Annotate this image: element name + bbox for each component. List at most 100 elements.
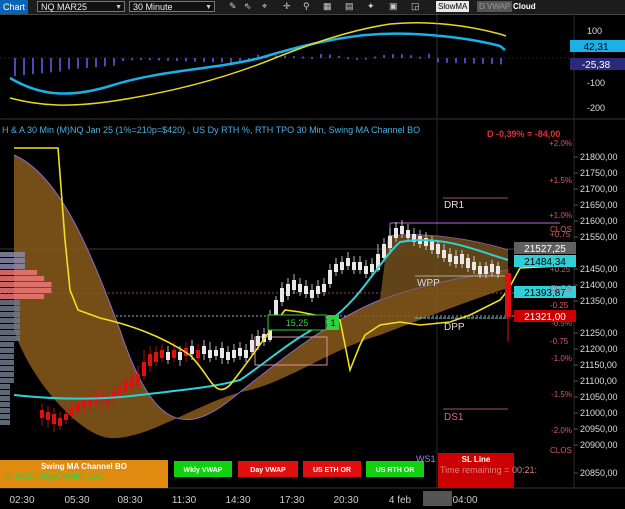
oscillator-bar (428, 53, 430, 58)
oscillator-panel: 42,31 -25,38 100 -100 -200 (0, 14, 625, 119)
oscillator-bar (68, 58, 70, 70)
price-tick: 21150,00 (580, 360, 617, 370)
oscillator-bar (338, 55, 340, 58)
oscillator-bar (59, 58, 61, 72)
candle-body (436, 244, 440, 254)
oscillator-bar (32, 58, 34, 75)
oscillator-bar (437, 58, 439, 63)
price-tick: 21650,00 (580, 200, 618, 210)
oscillator-bar (491, 58, 493, 65)
oscillator-bar (95, 58, 97, 68)
volume-profile-bar (0, 312, 20, 317)
time-axis: 02:30 05:30 08:30 11:30 14:30 17:30 20:30 4 feb… (9, 495, 477, 506)
time-tick: 4 feb (389, 495, 412, 506)
price-panel: DR1 WPP DPP DS1 15,25 1 (0, 120, 574, 488)
clos-label-bottom: CLOS (550, 446, 572, 455)
volume-profile-bar (0, 342, 14, 347)
candle-body (124, 382, 128, 392)
oscillator-bar (482, 58, 484, 64)
time-tick: 17:30 (279, 495, 304, 506)
osc-tick-neg100: -100 (587, 78, 605, 88)
price-tick: 21750,00 (580, 168, 618, 178)
oscillator-bar (455, 58, 457, 64)
chart-canvas[interactable]: 42,31 -25,38 100 -100 -200 DR1 WPP DPP D… (0, 0, 625, 509)
price-label-2: 21484,34 (524, 257, 566, 268)
candle-body (58, 418, 62, 426)
candle-body (292, 280, 296, 290)
oscillator-bar (356, 57, 358, 60)
order-box-value: 15,25 (286, 318, 309, 328)
us-eth-label: US ETH OR (313, 467, 351, 474)
oscillator-bar (50, 58, 52, 73)
oscillator-bar (149, 58, 151, 61)
volume-profile-bar (0, 414, 10, 419)
price-tick: 21000,00 (580, 408, 618, 418)
candle-body (136, 374, 140, 386)
candle-body (196, 350, 200, 358)
percent-tick: -1.5% (551, 390, 572, 399)
candle-body (370, 264, 374, 272)
candle-body (340, 262, 344, 270)
price-tick: 21100,00 (580, 376, 617, 386)
candle-body (52, 414, 56, 424)
price-tick: 21800,00 (580, 152, 618, 162)
time-tick: 08:30 (117, 495, 142, 506)
oscillator-bar (365, 57, 367, 60)
oscillator-bar (23, 58, 25, 76)
candle-body (472, 262, 476, 270)
candle-body (46, 412, 50, 420)
candle-body (160, 350, 164, 358)
candle-body (448, 254, 452, 262)
candle-body (220, 348, 224, 358)
crosshair-time-badge (423, 491, 452, 506)
oscillator-value-1: 42,31 (583, 42, 608, 53)
us-rth-label: US RTH OR (376, 467, 415, 474)
price-tick: 21350,00 (580, 296, 618, 306)
candle-body (154, 352, 158, 362)
volume-profile-bar (0, 372, 14, 377)
oscillator-signal-line (9, 32, 506, 95)
oscillator-bar (167, 58, 169, 61)
candle-body (394, 228, 398, 238)
oscillator-bar (194, 58, 196, 62)
volume-profile-bar (0, 348, 14, 353)
candle-body (118, 388, 122, 396)
candle-body (244, 350, 248, 358)
percent-tick: -1.0% (551, 354, 572, 363)
oscillator-bar (473, 58, 475, 64)
candle-body (316, 286, 320, 294)
candle-body (76, 404, 80, 412)
time-tick: 04:00 (452, 495, 477, 506)
volume-profile-bar (0, 324, 20, 329)
osc-tick-100: 100 (587, 26, 602, 36)
oscillator-bar (401, 54, 403, 58)
volume-profile-bar (0, 360, 14, 365)
oscillator-bar (113, 58, 115, 66)
time-tick: 02:30 (9, 495, 34, 506)
price-tick: 21550,00 (580, 232, 618, 242)
candle-body (82, 400, 86, 408)
volume-profile-bar (0, 300, 20, 305)
oscillator-bar (347, 57, 349, 60)
daily-change: D -0,39% = -84,00 (487, 129, 560, 139)
candle-body (64, 414, 68, 420)
price-tick: 20900,00 (580, 440, 618, 450)
oscillator-bar (221, 58, 223, 63)
volume-profile-bar (0, 306, 20, 311)
price-tick: 21250,00 (580, 328, 618, 338)
candle-body (346, 258, 350, 266)
volume-profile-bar (0, 276, 45, 281)
candle-body (166, 352, 170, 360)
inner-percent-tick: -0.75 (550, 337, 569, 346)
price-axis: 21800,00 21750,00 21700,00 21650,00 21600,00… (574, 152, 618, 478)
candle-body (238, 348, 242, 356)
price-tick: 21450,00 (580, 264, 618, 274)
candle-body (352, 262, 356, 270)
price-tick: 21600,00 (580, 216, 618, 226)
legend-bar: Swing MA Channel BO © 2025 NinjaTrader, … (0, 453, 537, 488)
oscillator-bar (410, 55, 412, 58)
price-tick: 20950,00 (580, 424, 618, 434)
oscillator-bar (158, 58, 160, 61)
swing-ma-label: Swing MA Channel BO (41, 462, 127, 471)
volume-profile-bar (0, 396, 10, 401)
